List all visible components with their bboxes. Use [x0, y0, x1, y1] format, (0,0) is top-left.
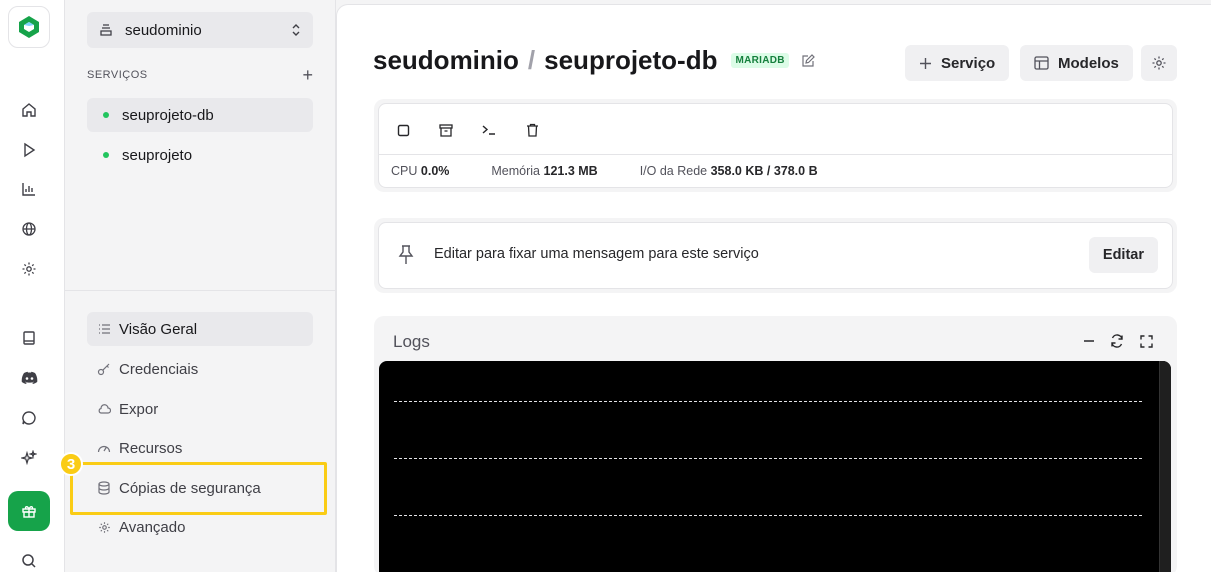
gear-icon	[1152, 56, 1166, 70]
services-header: SERVIÇOS +	[87, 66, 313, 84]
cpu-metric: CPU 0.0%	[391, 163, 450, 178]
gear-icon	[97, 520, 111, 534]
step-badge: 3	[59, 452, 83, 476]
app-logo[interactable]	[8, 6, 50, 48]
nav-item-overview[interactable]: Visão Geral	[87, 312, 313, 346]
nav-item-resources[interactable]: Recursos	[87, 431, 313, 465]
edit-name-icon[interactable]	[801, 53, 815, 68]
title-project[interactable]: seudominio	[373, 45, 519, 76]
search-icon[interactable]	[17, 549, 41, 572]
archive-icon[interactable]	[436, 120, 456, 140]
nav-item-credentials[interactable]: Credenciais	[87, 352, 313, 386]
gift-icon	[22, 506, 36, 518]
service-item-seuprojeto[interactable]: seuprojeto	[87, 138, 313, 172]
nav-item-expose[interactable]: Expor	[87, 392, 313, 426]
stop-icon[interactable]	[393, 120, 413, 140]
project-selector[interactable]: seudominio	[87, 12, 313, 48]
chevron-updown-icon	[292, 24, 300, 36]
edit-pin-button[interactable]: Editar	[1088, 237, 1158, 273]
nav-label: Avançado	[119, 518, 186, 536]
title-separator: /	[527, 45, 536, 75]
key-icon	[97, 362, 111, 376]
sparkle-icon[interactable]	[17, 446, 41, 470]
book-icon[interactable]	[17, 326, 41, 350]
minimize-icon[interactable]	[1080, 332, 1098, 350]
status-dot	[103, 112, 109, 118]
service-controls-card: CPU 0.0% Memória 121.3 MB I/O da Rede 35…	[374, 99, 1177, 192]
nav-item-advanced[interactable]: Avançado	[87, 510, 313, 544]
icon-rail	[0, 0, 65, 572]
settings-button[interactable]	[1141, 45, 1177, 81]
play-icon[interactable]	[17, 138, 41, 162]
log-line	[394, 401, 1142, 402]
nav-label: Credenciais	[119, 360, 199, 378]
title-service: seuprojeto-db	[544, 45, 718, 75]
nav-label: Visão Geral	[119, 320, 198, 338]
gear-icon[interactable]	[17, 257, 41, 281]
models-button-label: Modelos	[1058, 54, 1119, 72]
add-service-button[interactable]: +	[302, 66, 313, 84]
log-scrollbar[interactable]	[1159, 361, 1171, 572]
service-button-label: Serviço	[941, 54, 996, 72]
project-name: seudominio	[125, 21, 202, 39]
metrics-bar: CPU 0.0% Memória 121.3 MB I/O da Rede 35…	[379, 154, 1172, 186]
nav-label: Cópias de segurança	[119, 479, 261, 497]
pin-message-text: Editar para fixar uma mensagem para este…	[434, 246, 759, 262]
network-metric: I/O da Rede 358.0 KB / 378.0 B	[639, 163, 818, 178]
logs-panel: Logs	[374, 316, 1177, 572]
refresh-icon[interactable]	[1108, 332, 1126, 350]
page-title: seudominio / seuprojeto-db MARIADB	[373, 45, 815, 76]
database-icon	[97, 481, 111, 495]
pin-message-card: Editar para fixar uma mensagem para este…	[374, 218, 1177, 293]
service-toolbar	[393, 120, 542, 140]
plus-icon	[919, 57, 932, 70]
fullscreen-icon[interactable]	[1137, 332, 1155, 350]
chat-icon[interactable]	[17, 406, 41, 430]
log-line	[394, 515, 1142, 516]
memory-metric: Memória 121.3 MB	[491, 163, 598, 178]
service-name: seuprojeto	[122, 146, 193, 164]
services-panel: seudominio SERVIÇOS + seuprojeto-db seup…	[59, 0, 336, 572]
logs-title: Logs	[393, 332, 430, 351]
services-label: SERVIÇOS	[87, 69, 148, 81]
globe-icon[interactable]	[17, 217, 41, 241]
log-terminal[interactable]	[379, 361, 1171, 572]
models-button[interactable]: Modelos	[1020, 45, 1133, 81]
gauge-icon	[97, 441, 111, 455]
cloud-icon	[97, 402, 111, 416]
terminal-icon[interactable]	[479, 120, 499, 140]
nav-item-backups[interactable]: Cópias de segurança	[87, 471, 313, 505]
db-type-badge: MARIADB	[731, 53, 789, 68]
nav-label: Recursos	[119, 439, 183, 457]
list-icon	[97, 322, 111, 336]
layout-icon	[1034, 56, 1049, 70]
pin-icon	[397, 244, 415, 271]
nav-label: Expor	[119, 400, 159, 418]
service-item-seuprojeto-db[interactable]: seuprojeto-db	[87, 98, 313, 132]
trash-icon[interactable]	[522, 120, 542, 140]
bar-chart-icon[interactable]	[17, 177, 41, 201]
service-name: seuprojeto-db	[122, 106, 214, 124]
log-line	[394, 458, 1142, 459]
home-icon[interactable]	[17, 98, 41, 122]
discord-icon[interactable]	[17, 366, 41, 390]
panel-divider	[65, 290, 336, 291]
app-window: seudominio SERVIÇOS + seuprojeto-db seup…	[0, 0, 1211, 572]
logo-icon	[19, 16, 39, 38]
gift-button[interactable]	[8, 491, 50, 531]
main-content: seudominio / seuprojeto-db MARIADB Servi…	[336, 4, 1211, 572]
status-dot	[103, 152, 109, 158]
stack-icon	[100, 24, 112, 36]
add-service-top-button[interactable]: Serviço	[905, 45, 1010, 81]
